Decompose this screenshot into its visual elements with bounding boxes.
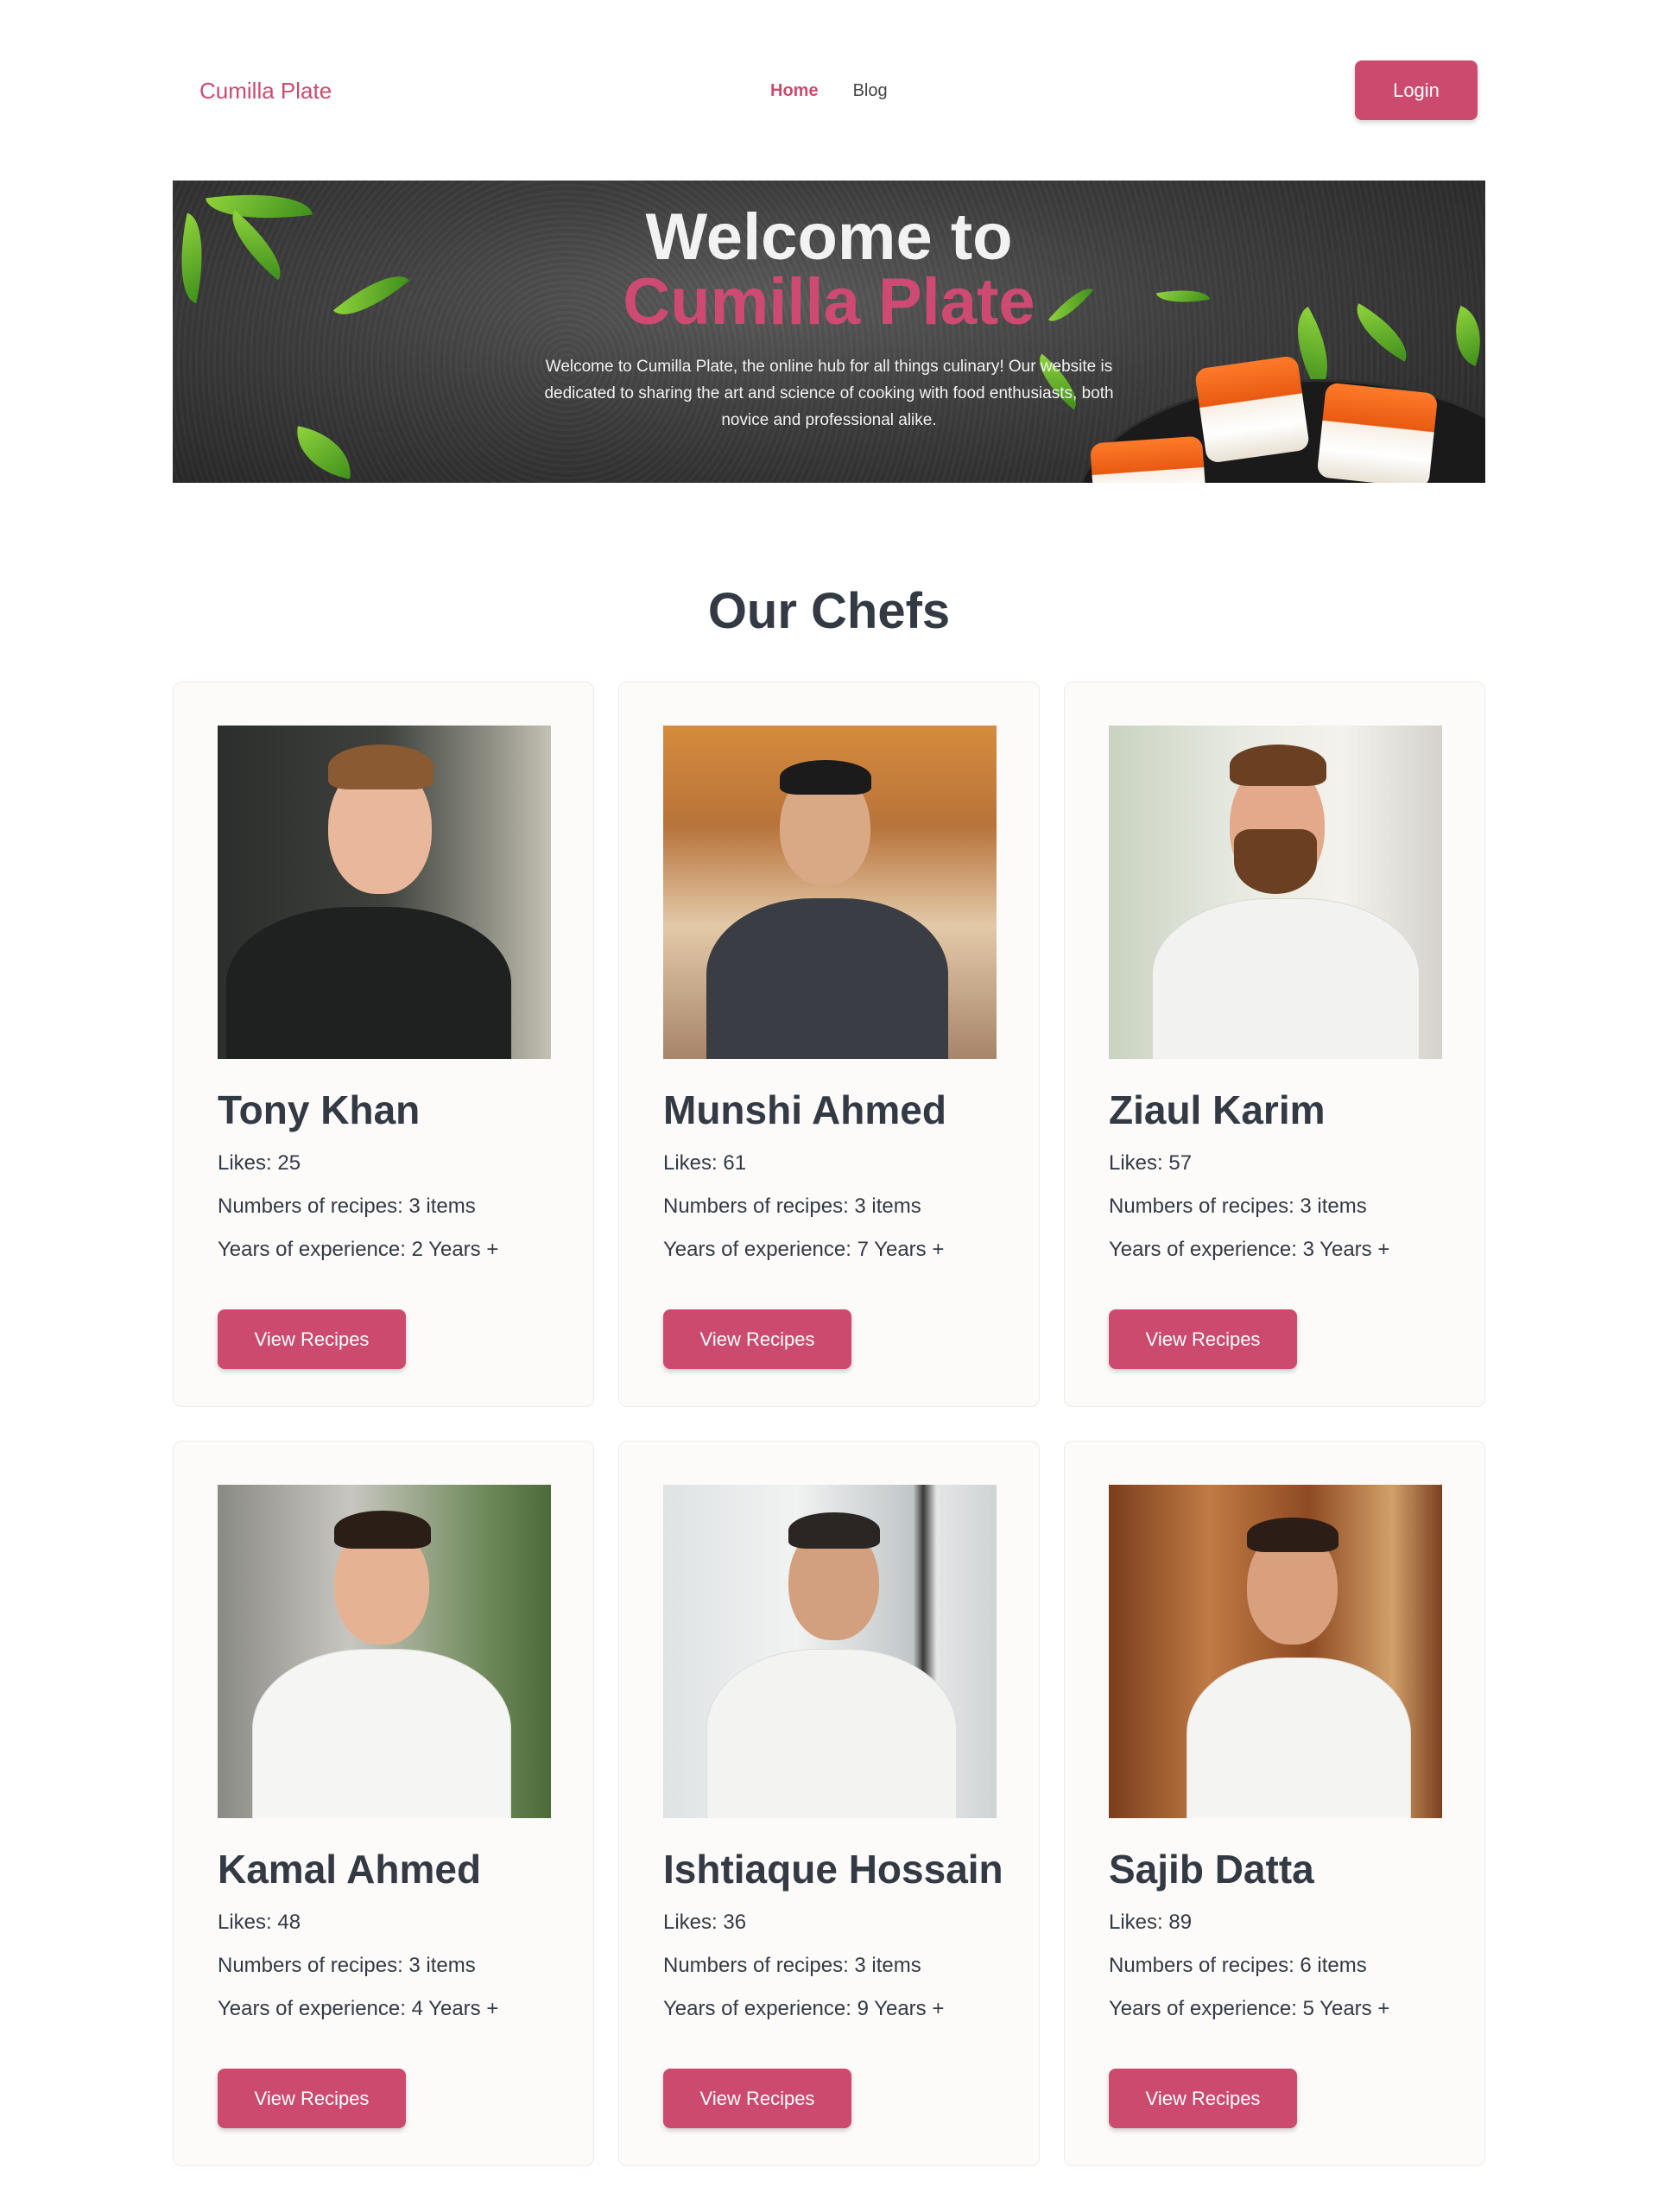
brand-logo[interactable]: Cumilla Plate <box>199 78 332 105</box>
chef-recipe-count: Numbers of recipes: 3 items <box>218 1954 476 1977</box>
chef-photo <box>1109 726 1442 1059</box>
chef-name: Tony Khan <box>218 1087 421 1132</box>
chef-photo-body <box>706 1649 957 1818</box>
chef-photo-body <box>252 1649 511 1818</box>
chef-photo-body <box>706 898 948 1059</box>
chef-likes: Likes: 48 <box>218 1911 301 1934</box>
chef-photo-hair <box>780 760 871 795</box>
chef-likes: Likes: 61 <box>663 1151 747 1175</box>
chef-photo <box>218 1485 551 1818</box>
view-recipes-button[interactable]: View Recipes <box>663 2069 851 2128</box>
chef-name: Munshi Ahmed <box>663 1087 946 1132</box>
chef-recipe-count: Numbers of recipes: 3 items <box>218 1195 476 1218</box>
chef-name: Kamal Ahmed <box>218 1847 482 1892</box>
chef-recipe-count: Numbers of recipes: 3 items <box>663 1195 921 1218</box>
chef-experience: Years of experience: 7 Years + <box>663 1238 945 1261</box>
chef-likes: Likes: 36 <box>663 1911 747 1934</box>
hero-description: Welcome to Cumilla Plate, the online hub… <box>544 358 1114 429</box>
sushi-image <box>1316 382 1439 483</box>
chef-recipe-count: Numbers of recipes: 6 items <box>1109 1954 1367 1977</box>
chef-photo-hair <box>1247 1518 1338 1552</box>
chef-card: Kamal Ahmed Likes: 48 Numbers of recipes… <box>173 1441 594 2166</box>
chef-name: Ziaul Karim <box>1109 1087 1326 1132</box>
view-recipes-button[interactable]: View Recipes <box>218 2069 406 2128</box>
chef-photo <box>663 726 997 1059</box>
chef-card: Ziaul Karim Likes: 57 Numbers of recipes… <box>1064 681 1485 1407</box>
nav-blog-link[interactable]: Blog <box>853 81 888 101</box>
chef-card: Ishtiaque Hossain Likes: 36 Numbers of r… <box>618 1441 1040 2166</box>
chef-experience: Years of experience: 4 Years + <box>218 1997 499 2020</box>
chef-photo <box>663 1485 997 1818</box>
chef-name: Sajib Datta <box>1109 1847 1314 1892</box>
chef-experience: Years of experience: 2 Years + <box>218 1238 499 1261</box>
chef-experience: Years of experience: 5 Years + <box>1109 1997 1390 2020</box>
chef-name: Ishtiaque Hossain <box>663 1847 1003 1892</box>
chef-likes: Likes: 89 <box>1109 1911 1193 1934</box>
chef-recipe-count: Numbers of recipes: 3 items <box>1109 1195 1367 1218</box>
sushi-image <box>1090 435 1207 483</box>
chef-photo-hair <box>334 1511 431 1549</box>
chef-photo <box>1109 1485 1442 1818</box>
chef-photo-body <box>1187 1657 1411 1818</box>
hero-banner: Welcome to Cumilla Plate Welcome to Cumi… <box>173 181 1485 483</box>
hero-title-brand: Cumilla Plate <box>623 265 1035 339</box>
chef-card: Tony Khan Likes: 25 Numbers of recipes: … <box>173 681 594 1407</box>
section-title: Our Chefs <box>707 583 951 639</box>
view-recipes-button[interactable]: View Recipes <box>1109 1309 1297 1369</box>
sushi-image <box>1193 355 1311 464</box>
chef-photo-hair <box>328 745 433 789</box>
chef-likes: Likes: 25 <box>218 1151 301 1175</box>
chef-photo-hair <box>788 1512 880 1549</box>
nav-home-link[interactable]: Home <box>770 81 819 101</box>
hero-title: Welcome to <box>645 200 1013 274</box>
view-recipes-button[interactable]: View Recipes <box>218 1309 406 1369</box>
chef-card: Sajib Datta Likes: 89 Numbers of recipes… <box>1064 1441 1485 2166</box>
chef-card: Munshi Ahmed Likes: 61 Numbers of recipe… <box>618 681 1040 1407</box>
chef-photo <box>218 726 551 1059</box>
chef-photo-body <box>1152 898 1420 1059</box>
chef-photo-hair <box>1230 745 1326 786</box>
login-button[interactable]: Login <box>1355 60 1478 120</box>
main-nav: Home Blog <box>770 81 888 101</box>
site-header: Cumilla Plate Home Blog Login <box>0 0 1658 183</box>
chef-photo-beard <box>1234 829 1317 894</box>
chef-likes: Likes: 57 <box>1109 1151 1193 1175</box>
chef-photo-body <box>226 907 511 1059</box>
chef-recipe-count: Numbers of recipes: 3 items <box>663 1954 921 1977</box>
chef-experience: Years of experience: 3 Years + <box>1109 1238 1390 1261</box>
chef-experience: Years of experience: 9 Years + <box>663 1997 945 2020</box>
view-recipes-button[interactable]: View Recipes <box>663 1309 851 1369</box>
view-recipes-button[interactable]: View Recipes <box>1109 2069 1297 2128</box>
